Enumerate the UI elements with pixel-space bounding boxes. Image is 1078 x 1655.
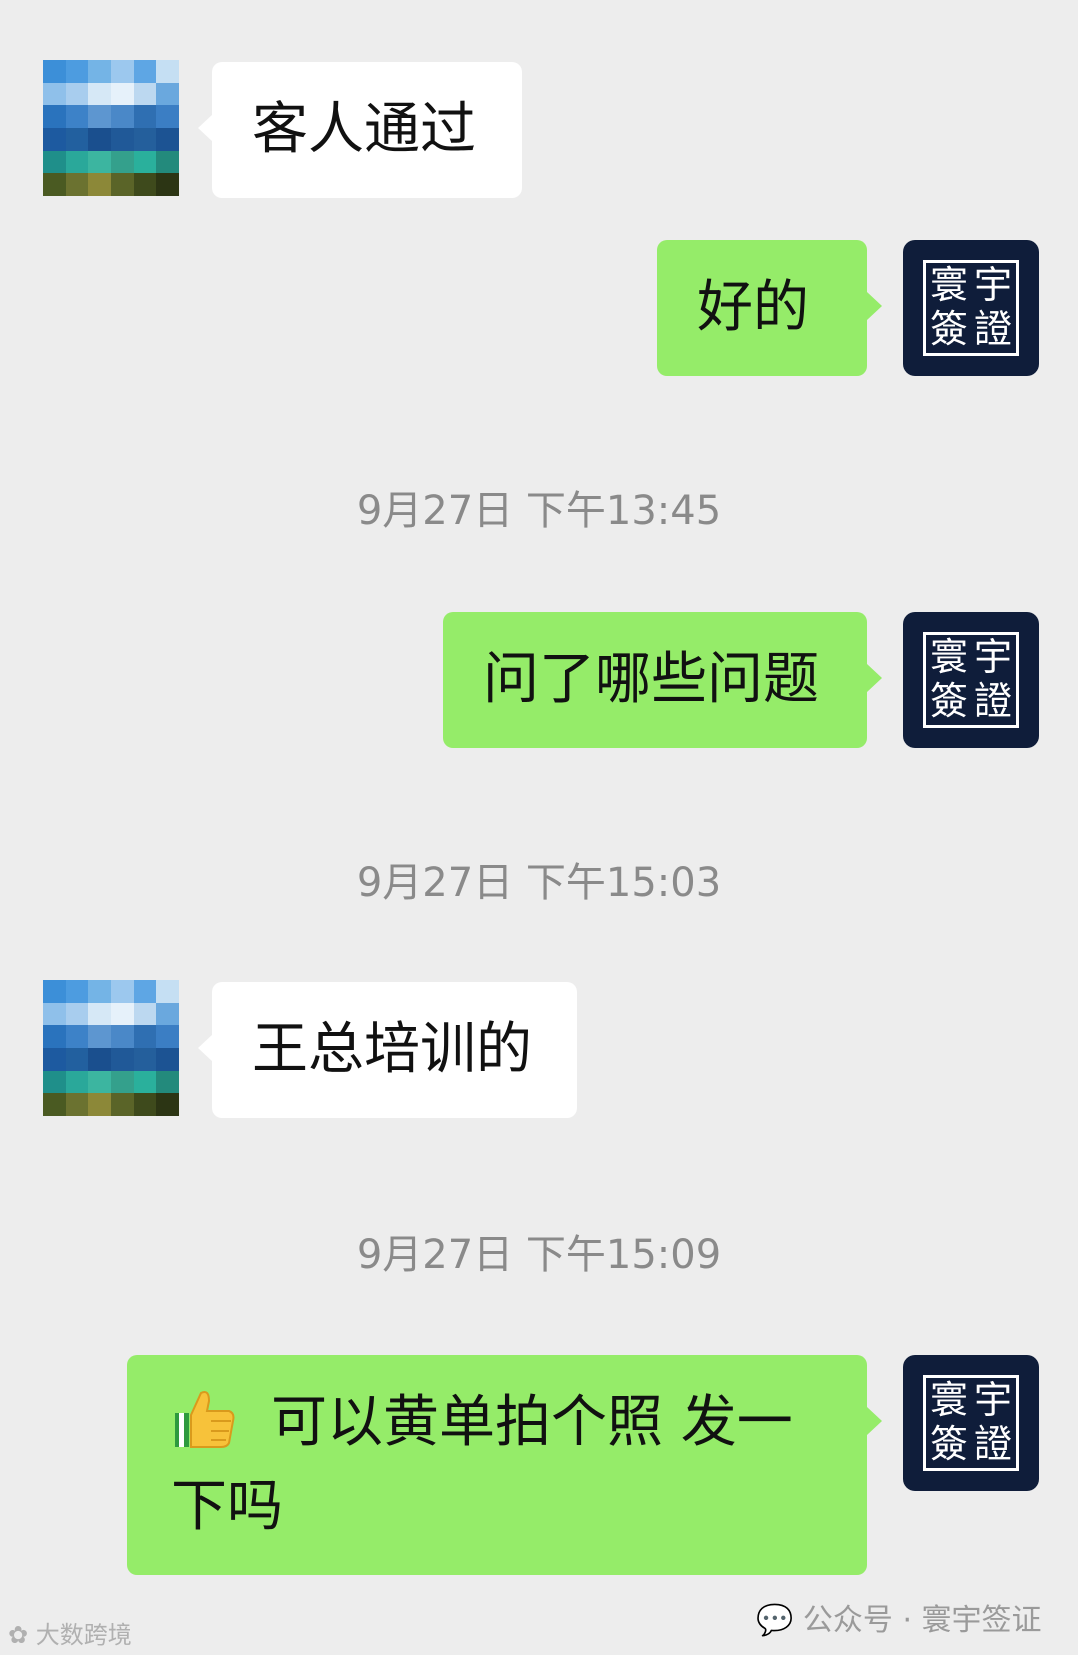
brand-logo-char: 寰 bbox=[929, 263, 968, 307]
brand-logo-char: 證 bbox=[973, 1422, 1012, 1466]
brand-logo-char: 簽 bbox=[929, 679, 968, 723]
watermark-text: 大数跨境 bbox=[35, 1621, 132, 1649]
brand-avatar[interactable]: 寰 宇 簽 證 bbox=[903, 612, 1039, 748]
brand-avatar[interactable]: 寰 宇 簽 證 bbox=[903, 240, 1039, 376]
pixelated-avatar-image bbox=[43, 980, 179, 1116]
right-watermark: 💬 公众号 · 寰宇签证 bbox=[756, 1595, 1042, 1639]
watermark-logo-icon: ✿ bbox=[8, 1621, 29, 1649]
message-timestamp: 9月27日 下午15:09 bbox=[356, 1232, 722, 1278]
brand-logo-char: 宇 bbox=[973, 263, 1012, 307]
message-text: 好的 bbox=[697, 275, 809, 340]
brand-logo-char: 寰 bbox=[929, 635, 968, 679]
left-watermark: ✿ 大数跨境 bbox=[8, 1615, 132, 1650]
contact-avatar[interactable] bbox=[43, 60, 179, 196]
message-timestamp: 9月27日 下午15:03 bbox=[356, 860, 722, 906]
thumbs-up-icon bbox=[175, 1391, 235, 1448]
brand-logo-char: 證 bbox=[973, 307, 1012, 351]
message-bubble[interactable]: 王总培训的 bbox=[198, 982, 577, 1118]
message-text: 王总培训的 bbox=[252, 1017, 532, 1082]
message-text: 可以黄单拍个照 发一下吗 bbox=[171, 1390, 793, 1539]
message-bubble[interactable]: 好的 bbox=[657, 240, 882, 376]
message-bubble[interactable]: 可以黄单拍个照 发一下吗 bbox=[127, 1355, 882, 1575]
brand-logo-char: 寰 bbox=[929, 1378, 968, 1422]
message-timestamp: 9月27日 下午13:45 bbox=[356, 488, 722, 534]
brand-logo-char: 簽 bbox=[929, 1422, 968, 1466]
message-text: 客人通过 bbox=[252, 97, 476, 162]
message-bubble[interactable]: 客人通过 bbox=[198, 62, 522, 198]
contact-avatar[interactable] bbox=[43, 980, 179, 1116]
message-text: 问了哪些问题 bbox=[483, 647, 819, 712]
watermark-text: 公众号 · 寰宇签证 bbox=[802, 1603, 1042, 1638]
brand-avatar[interactable]: 寰 宇 簽 證 bbox=[903, 1355, 1039, 1491]
pixelated-avatar-image bbox=[43, 60, 179, 196]
brand-logo-char: 宇 bbox=[973, 635, 1012, 679]
brand-logo-char: 簽 bbox=[929, 307, 968, 351]
brand-logo-char: 宇 bbox=[973, 1378, 1012, 1422]
message-bubble[interactable]: 问了哪些问题 bbox=[443, 612, 882, 748]
wechat-icon: 💬 bbox=[756, 1603, 794, 1638]
brand-logo-char: 證 bbox=[973, 679, 1012, 723]
